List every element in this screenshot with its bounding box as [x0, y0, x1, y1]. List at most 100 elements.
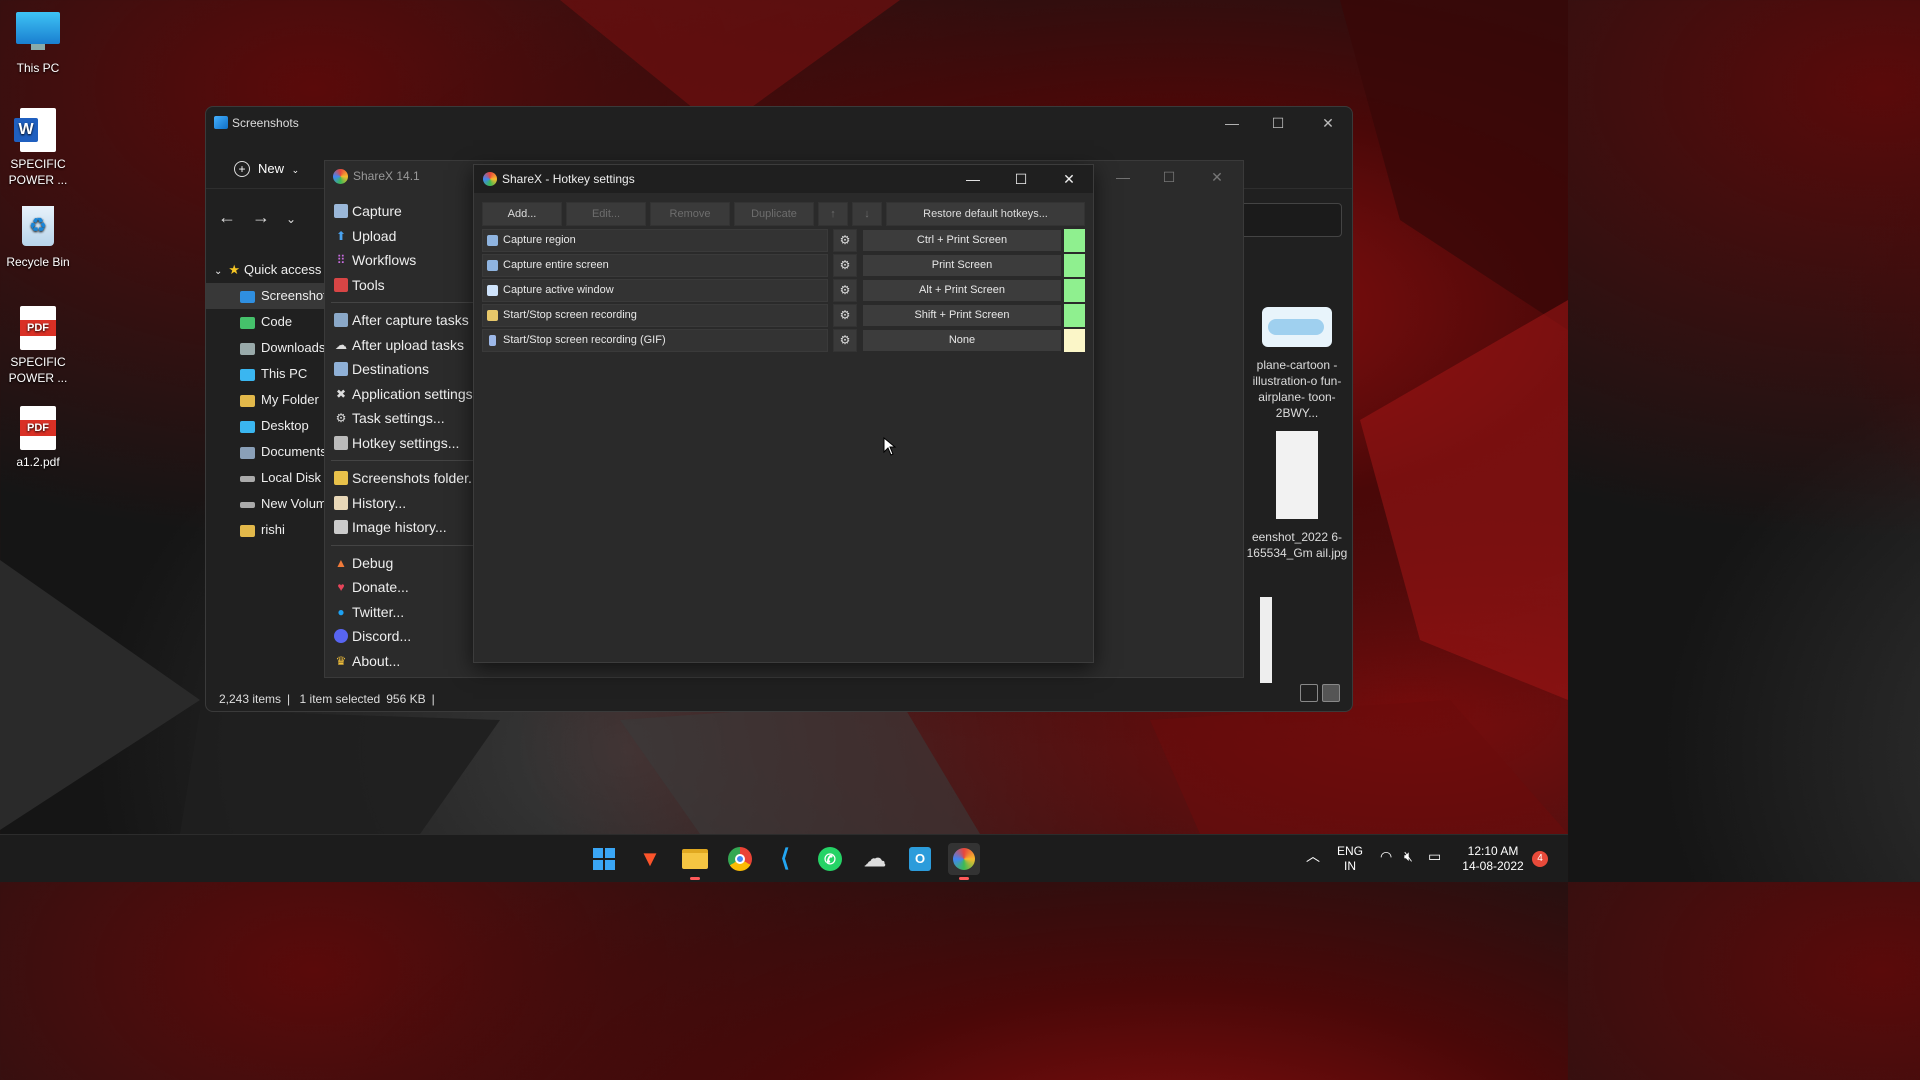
hotkey-button[interactable]: Print Screen: [862, 254, 1062, 277]
close-button[interactable]: ✕: [1046, 167, 1092, 191]
duplicate-button[interactable]: Duplicate: [734, 202, 814, 226]
hotkey-description[interactable]: Capture region: [482, 229, 828, 252]
tree-item-quick-access[interactable]: ⌄ ★ Quick access: [206, 257, 326, 283]
hotkey-description[interactable]: Capture active window: [482, 279, 828, 302]
large-icons-view-icon[interactable]: [1322, 684, 1340, 702]
move-down-button[interactable]: ↓: [852, 202, 882, 226]
minimize-button[interactable]: —: [950, 167, 996, 191]
edit-button[interactable]: Edit...: [566, 202, 646, 226]
menu-twitter[interactable]: ● Twitter...: [325, 600, 473, 625]
tree-item-documents[interactable]: Documents: [206, 439, 327, 465]
tree-item-this-pc[interactable]: This PC: [206, 361, 326, 387]
cloud-icon[interactable]: ☁: [859, 843, 891, 875]
tree-item-downloads[interactable]: Downloads: [206, 335, 326, 361]
hotkey-description[interactable]: Start/Stop screen recording (GIF): [482, 329, 828, 352]
menu-screenshots-folder[interactable]: Screenshots folder...: [325, 466, 480, 491]
close-button[interactable]: ✕: [1197, 165, 1237, 189]
close-button[interactable]: ✕: [1308, 111, 1348, 135]
menu-debug[interactable]: ▲ Debug: [325, 551, 473, 576]
chevron-down-icon: ⌄: [214, 266, 223, 277]
wifi-icon[interactable]: ◠: [1380, 849, 1392, 864]
hotkey-button[interactable]: None: [862, 329, 1062, 352]
menu-destinations[interactable]: Destinations: [325, 357, 473, 382]
desktop-icon-pdf-a12[interactable]: PDF a1.2.pdf: [0, 406, 76, 470]
clock[interactable]: 12:10 AM 14-08-2022: [1456, 844, 1530, 874]
tree-item-label: rishi: [261, 522, 285, 537]
gear-icon[interactable]: ⚙: [833, 304, 857, 327]
menu-after-capture-tasks[interactable]: After capture tasks: [325, 308, 473, 333]
gear-icon[interactable]: ⚙: [833, 254, 857, 277]
outlook-icon[interactable]: O: [904, 843, 936, 875]
tree-item-code[interactable]: Code: [206, 309, 326, 335]
menu-task-settings[interactable]: ⚙ Task settings...: [325, 406, 473, 431]
hotkey-description[interactable]: Start/Stop screen recording: [482, 304, 828, 327]
tree-item-new-volume[interactable]: New Volume: [206, 491, 334, 517]
maximize-button[interactable]: ☐: [1258, 111, 1298, 135]
battery-icon[interactable]: ▭: [1428, 849, 1441, 864]
view-toggle: [1296, 684, 1340, 707]
restore-defaults-button[interactable]: Restore default hotkeys...: [886, 202, 1085, 226]
menu-image-history[interactable]: Image history...: [325, 515, 473, 540]
show-hidden-icons-chevron-up-icon[interactable]: ︿: [1306, 849, 1320, 864]
menu-about[interactable]: ♛ About...: [325, 649, 473, 674]
desktop-icon-this-pc[interactable]: This PC: [0, 8, 76, 76]
hotkey-description[interactable]: Capture entire screen: [482, 254, 828, 277]
maximize-button[interactable]: ☐: [1149, 165, 1189, 189]
menu-capture[interactable]: Capture: [325, 199, 473, 224]
thumbnail-airplane[interactable]: [1262, 307, 1332, 347]
menu-tools[interactable]: Tools: [325, 273, 473, 298]
language-indicator[interactable]: ENG IN: [1334, 844, 1366, 874]
search-box[interactable]: [1232, 203, 1342, 237]
menu-workflows[interactable]: ⠿ Workflows: [325, 248, 473, 273]
vscode-icon[interactable]: ⟨: [769, 843, 801, 875]
tree-item-my-folder[interactable]: My Folder: [206, 387, 326, 413]
gear-icon[interactable]: ⚙: [833, 329, 857, 352]
details-view-icon[interactable]: [1300, 684, 1318, 702]
tree-item-screenshots[interactable]: Screenshots: [206, 283, 333, 309]
chrome-icon[interactable]: [724, 843, 756, 875]
menu-label: Discord...: [352, 628, 412, 644]
menu-history[interactable]: History...: [325, 491, 473, 516]
forward-arrow-icon[interactable]: →: [252, 207, 286, 228]
add-button[interactable]: Add...: [482, 202, 562, 226]
tree-item-local-disk[interactable]: Local Disk (C: [206, 465, 338, 491]
hotkey-button[interactable]: Ctrl + Print Screen: [862, 229, 1062, 252]
file-explorer-icon[interactable]: [679, 843, 711, 880]
start-icon[interactable]: [588, 843, 620, 875]
menu-hotkey-settings[interactable]: Hotkey settings...: [325, 431, 473, 456]
minimize-button[interactable]: —: [1212, 111, 1252, 135]
hotkey-row: Capture entire screen ⚙ Print Screen: [482, 254, 1086, 277]
gear-icon[interactable]: ⚙: [833, 279, 857, 302]
move-up-button[interactable]: ↑: [818, 202, 848, 226]
notification-badge[interactable]: 4: [1532, 851, 1548, 867]
menu-application-settings[interactable]: ✖ Application settings...: [325, 382, 484, 407]
hotkey-button[interactable]: Alt + Print Screen: [862, 279, 1062, 302]
maximize-button[interactable]: ☐: [998, 167, 1044, 191]
this-pc-icon: [16, 12, 60, 56]
minimize-button[interactable]: —: [1103, 165, 1143, 189]
recent-locations-icon[interactable]: ⌄: [286, 212, 320, 226]
menu-label: After upload tasks: [352, 336, 465, 353]
volume-muted-icon[interactable]: 🔇︎: [1404, 849, 1413, 864]
task-settings-icon: ⚙: [335, 411, 347, 425]
back-arrow-icon[interactable]: ←: [218, 207, 252, 228]
sharex-icon[interactable]: [948, 843, 980, 880]
brave-icon[interactable]: ▼: [634, 843, 666, 875]
remove-button[interactable]: Remove: [650, 202, 730, 226]
desktop-icon-recycle-bin[interactable]: ♻ Recycle Bin: [0, 206, 76, 270]
sharex-menu: Capture ⬆ Upload ⠿ Workflows Tools After c…: [325, 199, 484, 674]
hotkey-button[interactable]: Shift + Print Screen: [862, 304, 1062, 327]
desktop-icon-word-doc[interactable]: W SPECIFIC POWER ...: [0, 108, 76, 188]
whatsapp-icon[interactable]: ✆: [814, 843, 846, 875]
tree-item-rishi[interactable]: rishi: [206, 517, 326, 543]
thumbnail-screenshot[interactable]: [1276, 431, 1318, 519]
menu-donate[interactable]: ♥ Donate...: [325, 575, 473, 600]
tree-item-desktop[interactable]: Desktop: [206, 413, 326, 439]
desktop-icon-pdf-specific[interactable]: PDF SPECIFIC POWER ...: [0, 306, 76, 386]
gear-icon[interactable]: ⚙: [833, 229, 857, 252]
new-button[interactable]: + New ⌄: [226, 155, 307, 183]
menu-upload[interactable]: ⬆ Upload: [325, 224, 473, 249]
menu-discord[interactable]: Discord...: [325, 624, 473, 649]
menu-after-upload-tasks[interactable]: ☁ After upload tasks: [325, 333, 473, 358]
thumbnail-partial[interactable]: [1260, 597, 1272, 683]
